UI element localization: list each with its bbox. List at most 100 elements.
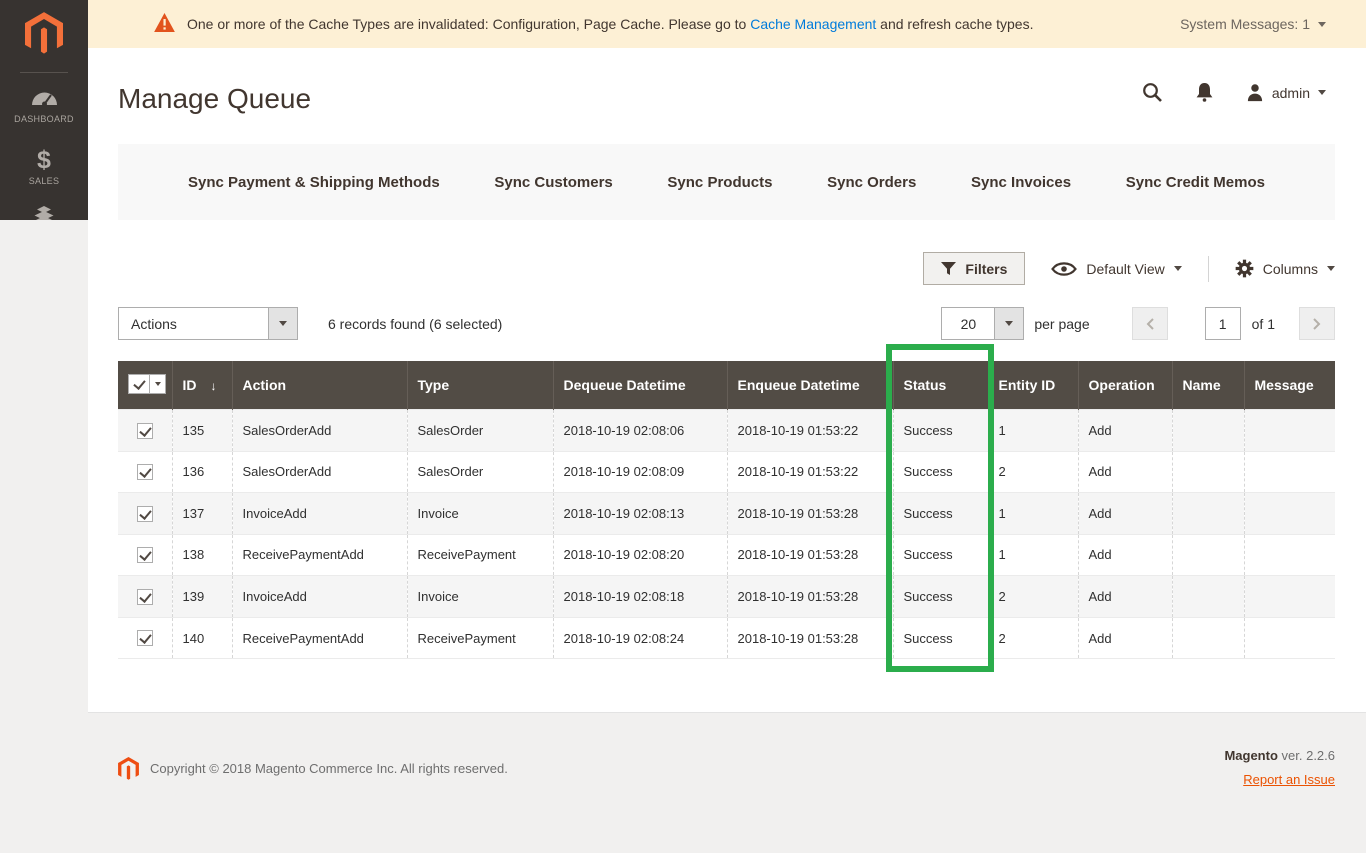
cell-name bbox=[1171, 533, 1244, 576]
row-checkbox[interactable] bbox=[136, 422, 153, 439]
sync-tab[interactable]: Sync Orders bbox=[827, 174, 916, 191]
total-pages-label: of 1 bbox=[1251, 315, 1275, 332]
cell-entity-id: 2 bbox=[987, 450, 1078, 493]
cell-name bbox=[1171, 409, 1244, 452]
row-checkbox[interactable] bbox=[136, 630, 153, 647]
copyright-text: Copyright © 2018 Magento Commerce Inc. A… bbox=[150, 761, 508, 776]
cell-name bbox=[1171, 492, 1244, 535]
cell-enqueue-datetime: 2018-10-19 01:53:22 bbox=[726, 409, 893, 452]
sidebar-item-sales[interactable]: $ SALES bbox=[0, 146, 88, 187]
header-actions: admin bbox=[1142, 82, 1326, 103]
row-select-cell bbox=[118, 409, 172, 452]
row-checkbox[interactable] bbox=[136, 588, 153, 605]
cell-message bbox=[1243, 409, 1335, 452]
chevron-down-icon[interactable] bbox=[268, 308, 297, 339]
actions-dropdown[interactable]: Actions bbox=[118, 307, 298, 340]
cache-management-link[interactable]: Cache Management bbox=[750, 16, 876, 32]
cell-enqueue-datetime: 2018-10-19 01:53:22 bbox=[726, 450, 893, 493]
column-header-enqueue-datetime[interactable]: Enqueue Datetime bbox=[726, 361, 893, 410]
column-header-status[interactable]: Status bbox=[892, 361, 988, 410]
user-icon bbox=[1247, 84, 1262, 102]
system-messages-toggle[interactable]: System Messages: 1 bbox=[1180, 16, 1326, 32]
sync-tab[interactable]: Sync Invoices bbox=[971, 174, 1071, 191]
column-header-operation[interactable]: Operation bbox=[1077, 361, 1172, 410]
view-selector[interactable]: Default View bbox=[1051, 261, 1182, 277]
sync-tab[interactable]: Sync Products bbox=[667, 174, 772, 191]
column-header-id[interactable]: ID ↓ bbox=[171, 361, 232, 410]
chevron-down-icon bbox=[1173, 266, 1182, 271]
column-header-message[interactable]: Message bbox=[1243, 361, 1335, 410]
chevron-down-icon[interactable] bbox=[149, 375, 165, 393]
chevron-right-icon bbox=[1313, 317, 1321, 330]
sidebar-item-dashboard[interactable]: DASHBOARD bbox=[0, 89, 88, 124]
cell-entity-id: 1 bbox=[987, 409, 1078, 452]
search-icon[interactable] bbox=[1142, 82, 1163, 103]
table-row: 136 SalesOrderAdd SalesOrder 2018-10-19 … bbox=[118, 450, 1335, 493]
sync-tab[interactable]: Sync Payment & Shipping Methods bbox=[188, 174, 440, 191]
sort-desc-icon: ↓ bbox=[210, 379, 217, 393]
chevron-down-icon[interactable] bbox=[994, 308, 1024, 339]
column-header-type[interactable]: Type bbox=[406, 361, 553, 410]
cell-dequeue-datetime: 2018-10-19 02:08:13 bbox=[552, 492, 727, 535]
cell-operation: Add bbox=[1077, 575, 1172, 618]
column-header-entity-id[interactable]: Entity ID bbox=[987, 361, 1078, 410]
cell-enqueue-datetime: 2018-10-19 01:53:28 bbox=[726, 616, 893, 660]
columns-selector[interactable]: Columns bbox=[1235, 259, 1335, 278]
system-message-bar: One or more of the Cache Types are inval… bbox=[88, 0, 1366, 48]
cell-message bbox=[1243, 492, 1335, 535]
select-all-checkbox[interactable] bbox=[128, 374, 166, 394]
cell-message bbox=[1243, 450, 1335, 493]
table-row: 140 ReceivePaymentAdd ReceivePayment 201… bbox=[118, 616, 1335, 660]
column-header-action[interactable]: Action bbox=[231, 361, 407, 410]
cell-type: SalesOrder bbox=[406, 409, 553, 452]
previous-page-button[interactable] bbox=[1131, 307, 1168, 340]
row-checkbox[interactable] bbox=[136, 547, 153, 564]
cell-type: Invoice bbox=[406, 575, 553, 618]
row-checkbox[interactable] bbox=[136, 505, 153, 522]
page-number-input[interactable] bbox=[1204, 307, 1241, 340]
sidebar-item-catalog[interactable] bbox=[0, 206, 88, 220]
cell-operation: Add bbox=[1077, 450, 1172, 493]
column-header-dequeue-datetime[interactable]: Dequeue Datetime bbox=[552, 361, 727, 410]
select-all-cell bbox=[118, 361, 172, 410]
dollar-icon: $ bbox=[37, 146, 51, 174]
cell-type: Invoice bbox=[406, 492, 553, 535]
eye-icon bbox=[1051, 261, 1078, 276]
magento-logo[interactable] bbox=[25, 12, 63, 61]
version-text: Magento ver. 2.2.6 bbox=[1224, 748, 1335, 763]
per-page-dropdown[interactable]: 20 bbox=[941, 307, 1025, 340]
cell-operation: Add bbox=[1077, 616, 1172, 660]
records-summary: 6 records found (6 selected) bbox=[328, 315, 503, 332]
chevron-down-icon bbox=[1327, 266, 1335, 271]
cell-operation: Add bbox=[1077, 492, 1172, 535]
cell-type: ReceivePayment bbox=[406, 533, 553, 576]
cell-action: SalesOrderAdd bbox=[231, 450, 407, 493]
chevron-left-icon bbox=[1146, 317, 1154, 330]
cell-status: Success bbox=[892, 492, 988, 535]
cell-id: 136 bbox=[171, 450, 232, 493]
cell-name bbox=[1171, 450, 1244, 493]
sync-tab[interactable]: Sync Credit Memos bbox=[1126, 174, 1265, 191]
column-header-name[interactable]: Name bbox=[1171, 361, 1244, 410]
cell-id: 138 bbox=[171, 533, 232, 576]
admin-account-menu[interactable]: admin bbox=[1246, 83, 1326, 102]
sync-tab[interactable]: Sync Customers bbox=[494, 174, 612, 191]
row-select-cell bbox=[118, 492, 172, 535]
chevron-down-icon bbox=[1318, 90, 1326, 95]
notifications-bell-icon[interactable] bbox=[1195, 82, 1214, 103]
magento-footer-logo bbox=[118, 756, 139, 780]
cell-entity-id: 2 bbox=[987, 616, 1078, 660]
cell-status: Success bbox=[892, 409, 988, 452]
grid-header-row: ID ↓ Action Type Dequeue Datetime Enqueue… bbox=[118, 361, 1335, 410]
next-page-button[interactable] bbox=[1299, 307, 1335, 340]
catalog-icon bbox=[34, 206, 54, 220]
cell-entity-id: 1 bbox=[987, 533, 1078, 576]
notice-text: One or more of the Cache Types are inval… bbox=[187, 16, 1034, 32]
cell-action: ReceivePaymentAdd bbox=[231, 616, 407, 660]
row-select-cell bbox=[118, 616, 172, 660]
report-issue-link[interactable]: Report an Issue bbox=[1243, 772, 1335, 787]
gear-icon bbox=[1235, 259, 1254, 278]
row-checkbox[interactable] bbox=[136, 464, 153, 481]
filters-button[interactable]: Filters bbox=[923, 252, 1026, 285]
grid-toolbar: Filters Default View Columns bbox=[118, 252, 1335, 285]
